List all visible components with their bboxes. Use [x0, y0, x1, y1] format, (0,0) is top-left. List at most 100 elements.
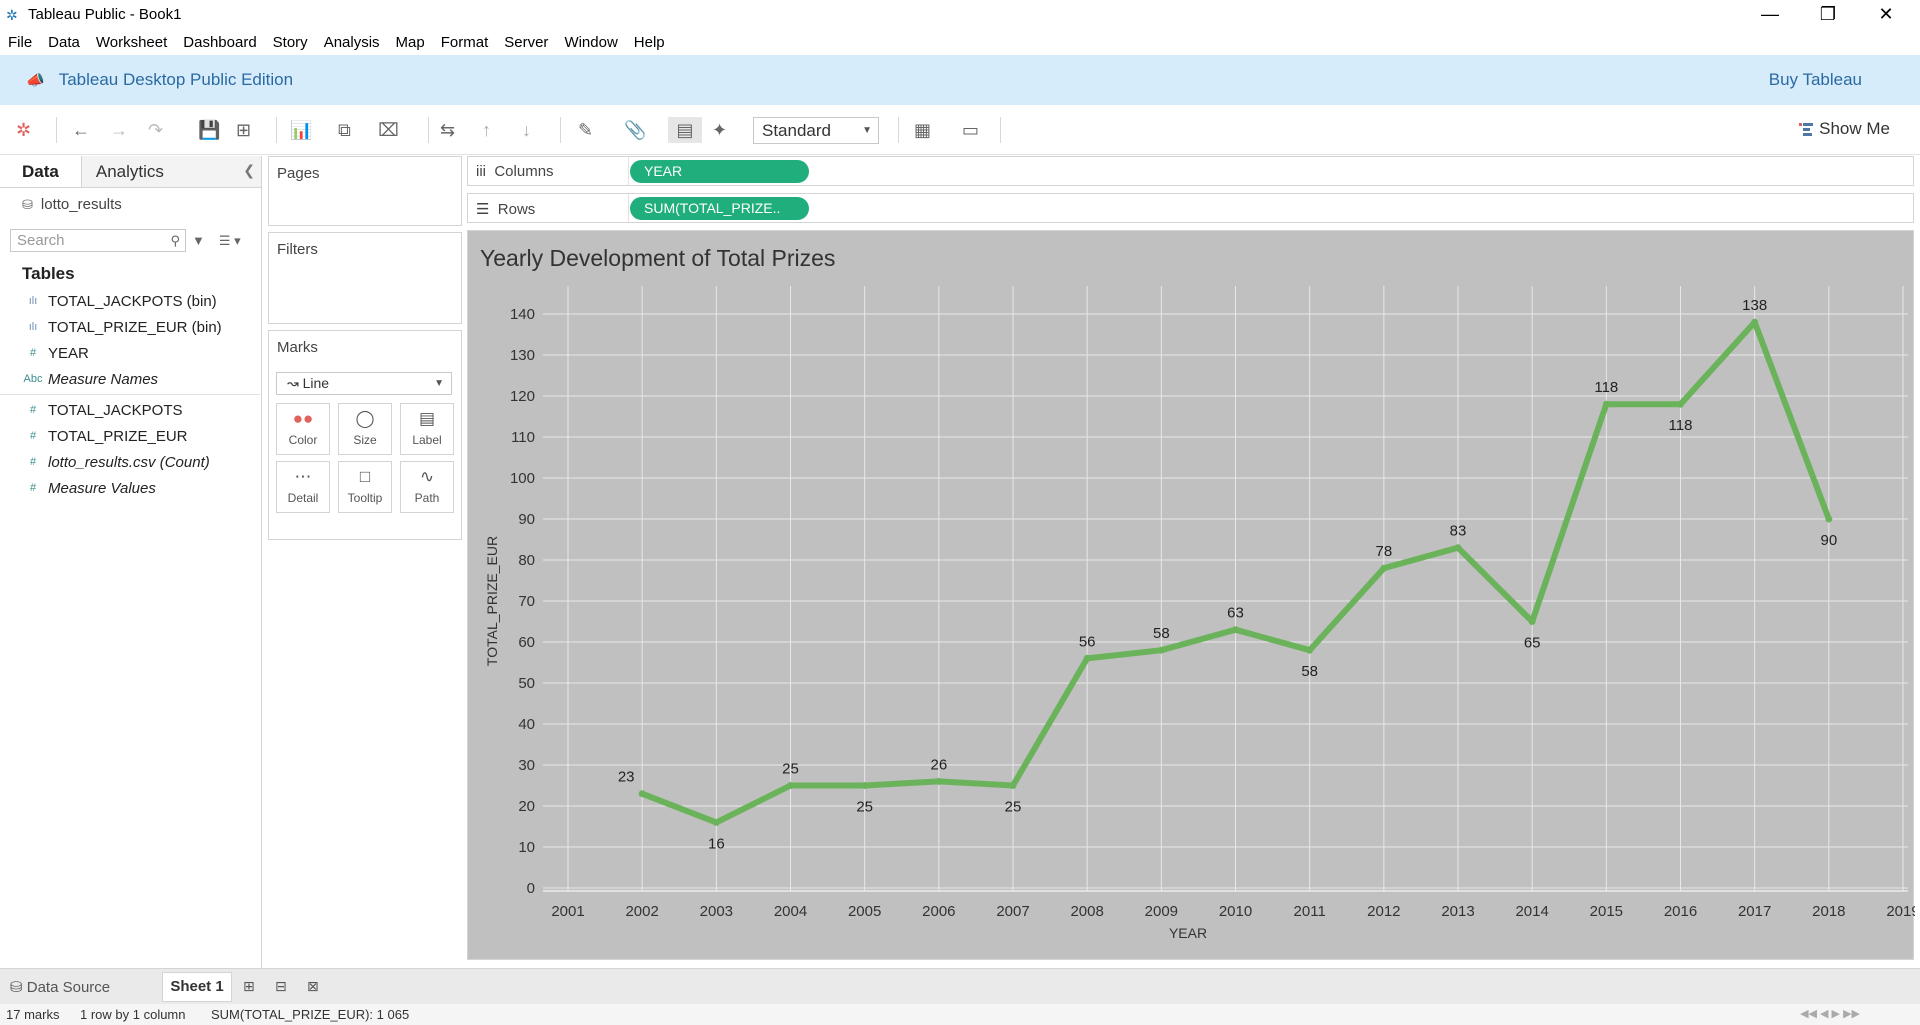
total-prize-pill[interactable]: SUM(TOTAL_PRIZE.. [630, 197, 809, 220]
menu-server[interactable]: Server [496, 34, 556, 51]
fix-axes-icon[interactable]: ✦ [712, 117, 727, 143]
number-icon: # [29, 347, 37, 359]
collapse-icon[interactable]: ❮ [243, 162, 255, 179]
redo-icon[interactable]: → [110, 117, 128, 143]
data-point[interactable] [638, 790, 646, 798]
menu-file[interactable]: File [0, 34, 40, 51]
field-item[interactable]: Abc Measure Names [0, 366, 261, 392]
x-axis-title[interactable]: YEAR [1169, 925, 1207, 941]
tooltip-button[interactable]: □ Tooltip [338, 461, 392, 513]
swap-icon[interactable]: ⇆ [440, 117, 455, 143]
datasource-icon: ⛁ [22, 196, 33, 212]
field-item[interactable]: # lotto_results.csv (Count) [0, 449, 261, 475]
x-tick-label: 2003 [700, 903, 733, 920]
data-point[interactable] [1825, 515, 1833, 523]
field-item[interactable]: ılı TOTAL_JACKPOTS (bin) [0, 288, 261, 314]
data-point[interactable] [1306, 646, 1314, 654]
show-cards-icon[interactable]: ▦ [914, 117, 931, 143]
menu-map[interactable]: Map [388, 34, 433, 51]
search-input[interactable]: Search ⚲ [10, 229, 186, 252]
minimize-button[interactable]: — [1741, 0, 1799, 29]
datasource-item[interactable]: ⛁ lotto_results [22, 196, 261, 213]
menu-data[interactable]: Data [40, 34, 88, 51]
field-item[interactable]: # YEAR [0, 340, 261, 366]
data-point[interactable] [1083, 654, 1091, 662]
maximize-button[interactable]: ❐ [1799, 0, 1857, 29]
label-button[interactable]: ▤ Label [400, 403, 454, 455]
sheet-tab[interactable]: Sheet 1 [162, 972, 232, 1002]
data-point[interactable] [1157, 646, 1165, 654]
data-point[interactable] [935, 777, 943, 785]
menu-worksheet[interactable]: Worksheet [88, 34, 175, 51]
save-icon[interactable]: 💾 [198, 117, 220, 143]
color-button[interactable]: ●● Color [276, 403, 330, 455]
new-dashboard-icon[interactable]: ⊟ [275, 978, 287, 995]
tab-analytics[interactable]: Analytics [81, 156, 261, 187]
field-item[interactable]: # TOTAL_JACKPOTS [0, 397, 261, 423]
rows-shelf[interactable]: ☰ Rows SUM(TOTAL_PRIZE.. [467, 193, 1914, 223]
string-icon: Abc [23, 373, 43, 385]
sort-descending-icon[interactable]: ↓ [522, 117, 531, 143]
highlight-icon[interactable]: ✎ [578, 117, 593, 143]
line-chart[interactable]: 0 10 20 30 40 50 60 70 80 90 100 110 120 130 140 2001 20… [468, 231, 1915, 961]
view-list-icon[interactable]: ☰ ▾ [219, 233, 241, 249]
menu-story[interactable]: Story [265, 34, 316, 51]
new-worksheet-icon[interactable]: 📊 [290, 117, 312, 143]
pages-card[interactable]: Pages [268, 156, 462, 226]
viz-area[interactable]: Yearly Development of Total Prizes 0 10 20… [467, 230, 1915, 961]
year-pill[interactable]: YEAR [630, 160, 809, 183]
tableau-start-icon[interactable]: ✲ [16, 117, 31, 143]
data-point[interactable] [787, 782, 794, 789]
data-point[interactable] [1232, 626, 1239, 634]
show-labels-icon[interactable]: ▤ [668, 117, 702, 143]
tab-data[interactable]: Data [0, 156, 82, 187]
sort-ascending-icon[interactable]: ↑ [482, 117, 491, 143]
data-point[interactable] [1677, 400, 1684, 408]
group-icon[interactable]: 📎 [624, 117, 646, 143]
path-button[interactable]: ∿ Path [400, 461, 454, 513]
y-tick-label: 100 [510, 470, 535, 487]
data-point[interactable] [1454, 544, 1462, 552]
data-point[interactable] [861, 782, 869, 789]
columns-shelf[interactable]: iii Columns YEAR [467, 156, 1914, 186]
fit-select[interactable]: Standard ▼ [753, 117, 879, 144]
data-label: 25 [782, 761, 799, 778]
menu-help[interactable]: Help [626, 34, 673, 51]
field-item[interactable]: # Measure Values [0, 475, 261, 501]
mark-type-select[interactable]: ↝ Line ▼ [276, 372, 452, 395]
menu-analysis[interactable]: Analysis [316, 34, 388, 51]
data-point[interactable] [1528, 618, 1536, 625]
menu-format[interactable]: Format [433, 34, 497, 51]
data-point[interactable] [712, 818, 720, 826]
field-item[interactable]: # TOTAL_PRIZE_EUR [0, 423, 261, 449]
x-tick-label: 2016 [1664, 903, 1697, 920]
duplicate-icon[interactable]: ⧉ [338, 117, 351, 143]
data-point[interactable] [1751, 318, 1759, 326]
new-datasource-icon[interactable]: ⊞ [236, 117, 251, 143]
buy-tableau-link[interactable]: Buy Tableau [1769, 70, 1862, 90]
label-icon: ▤ [418, 409, 436, 428]
clear-sheet-icon[interactable]: ⌧ [378, 117, 399, 143]
size-button[interactable]: ◯ Size [338, 403, 392, 455]
new-worksheet-icon[interactable]: ⊞ [243, 978, 255, 995]
data-point[interactable] [1602, 400, 1610, 408]
replay-icon[interactable]: ↷ [148, 117, 163, 143]
menu-dashboard[interactable]: Dashboard [175, 34, 264, 51]
filters-card[interactable]: Filters [268, 232, 462, 324]
data-source-tab[interactable]: ⛁ Data Source [10, 978, 110, 996]
field-item[interactable]: ılı TOTAL_PRIZE_EUR (bin) [0, 314, 261, 340]
filter-icon[interactable]: ▼ [192, 233, 205, 248]
x-tick-label: 2017 [1738, 903, 1771, 920]
close-button[interactable]: ✕ [1857, 0, 1915, 29]
undo-icon[interactable]: ← [72, 117, 90, 143]
new-story-icon[interactable]: ⊠ [307, 978, 319, 995]
y-axis-title[interactable]: TOTAL_PRIZE_EUR [484, 536, 500, 666]
bin-icon: ılı [28, 321, 38, 333]
data-point[interactable] [1009, 782, 1017, 789]
presentation-icon[interactable]: ▭ [962, 117, 979, 143]
show-me-button[interactable]: Show Me [1799, 119, 1890, 139]
data-point[interactable] [1380, 564, 1388, 572]
sheet-navigation-icon[interactable]: ◀◀ ◀ ▶ ▶▶ [1800, 1007, 1860, 1020]
detail-button[interactable]: ⋯ Detail [276, 461, 330, 513]
menu-window[interactable]: Window [556, 34, 625, 51]
